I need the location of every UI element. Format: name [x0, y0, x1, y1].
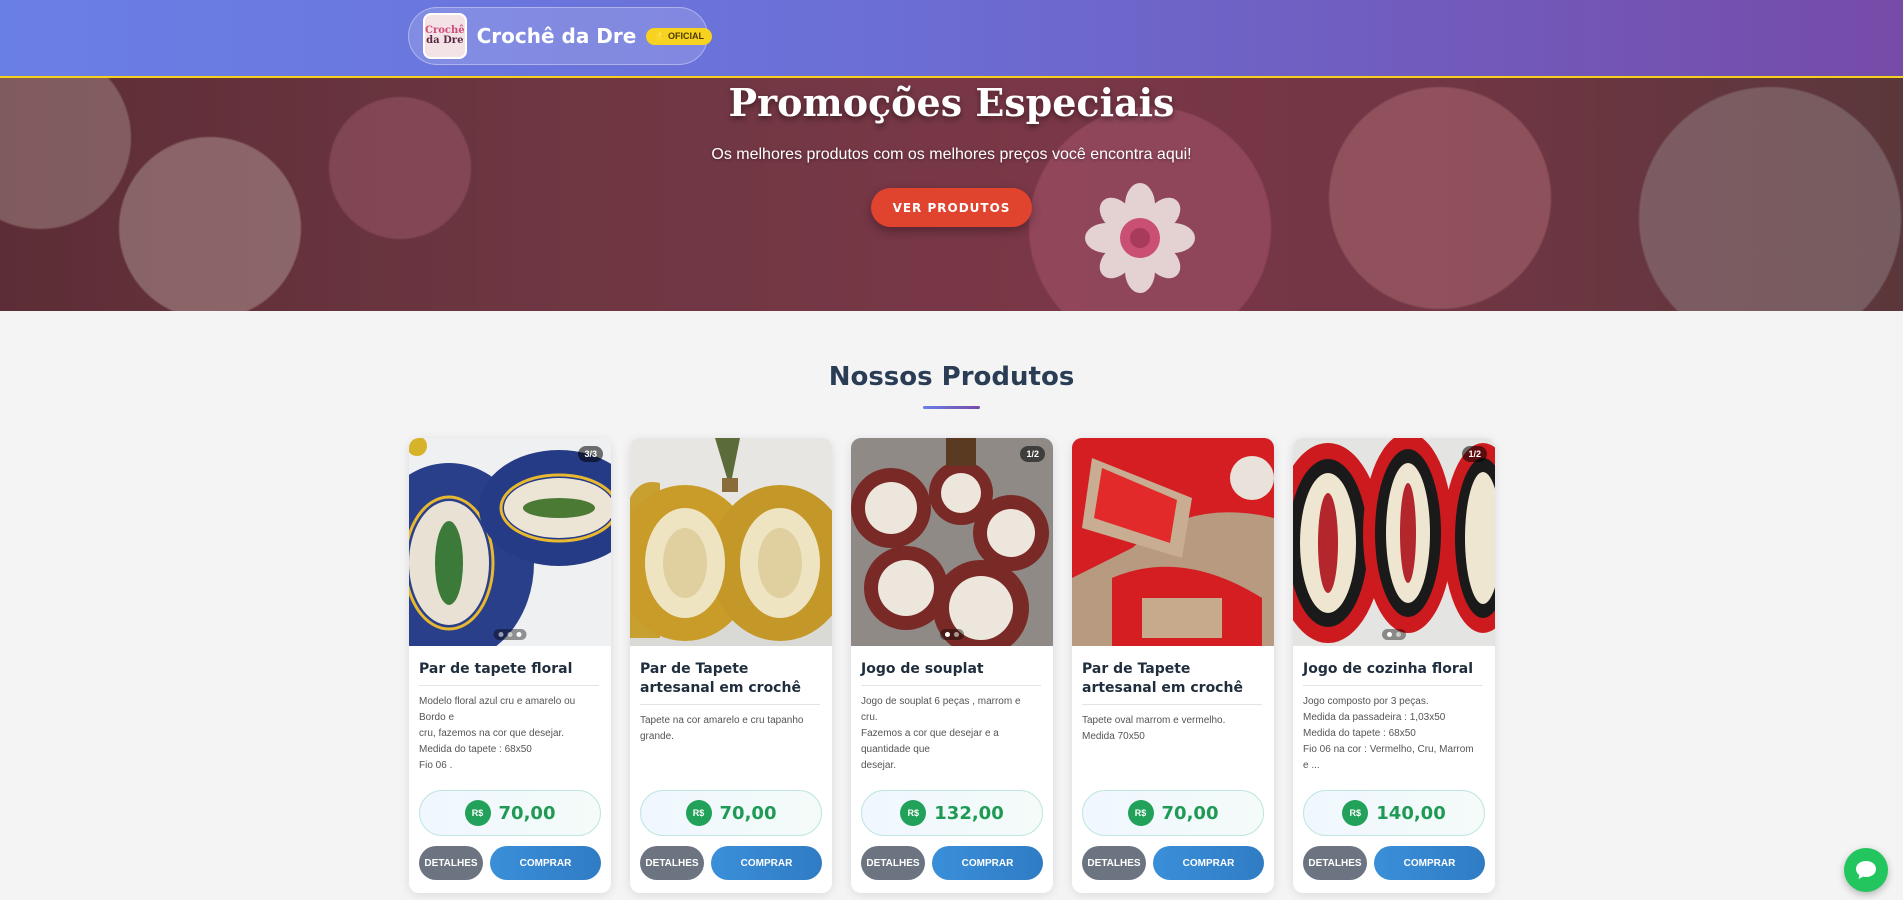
image-counter: 1/2 [1020, 446, 1045, 462]
top-navbar: Crochê da Dre Crochê da Dre ⭐ OFICIAL [0, 0, 1903, 78]
product-image[interactable]: 1/2 [1293, 438, 1495, 646]
product-description: Modelo floral azul cru e amarelo ou Bord… [419, 696, 576, 771]
image-counter: 1/2 [1462, 446, 1487, 462]
price-value: 70,00 [498, 802, 556, 824]
chat-bubble-icon [1856, 861, 1876, 879]
product-description: Jogo composto por 3 peças. Medida da pas… [1303, 696, 1474, 771]
product-title: Jogo de souplat [861, 661, 984, 677]
product-image[interactable]: 3/3 [409, 438, 611, 646]
price-value: 70,00 [1161, 802, 1219, 824]
product-image[interactable]: 1/2 [851, 438, 1053, 646]
divider [861, 685, 1041, 686]
image-counter: 3/3 [578, 446, 603, 462]
section-title: Nossos Produtos [828, 362, 1075, 392]
product-title: Par de tapete floral [419, 661, 573, 677]
price-box: R$ 70,00 [1082, 790, 1264, 836]
price-box: R$ 140,00 [1303, 790, 1485, 836]
product-card: Par de Tapete artesanal em crochê Tapete… [630, 438, 832, 893]
divider [1082, 704, 1262, 705]
product-description: Tapete na cor amarelo e cru tapanho gran… [640, 715, 804, 742]
buy-button[interactable]: COMPRAR [1374, 846, 1485, 880]
product-image[interactable] [630, 438, 832, 646]
chat-button[interactable] [1844, 848, 1888, 892]
currency-badge: R$ [1127, 800, 1154, 826]
details-button[interactable]: DETALHES [419, 846, 483, 880]
product-card: 3/3 Par de tapete floral Modelo floral a… [409, 438, 611, 893]
price-value: 70,00 [719, 802, 777, 824]
currency-badge: R$ [685, 800, 712, 826]
buy-button[interactable]: COMPRAR [932, 846, 1043, 880]
logo-text-bottom: da Dre [426, 35, 464, 46]
flower-decoration-icon [1085, 183, 1195, 293]
carousel-dots[interactable] [493, 629, 527, 640]
product-card: 1/2 Jogo de souplat Jogo de souplat 6 pe… [851, 438, 1053, 893]
divider [640, 704, 820, 705]
brand-name: Crochê da Dre [476, 24, 637, 48]
carousel-dots[interactable] [940, 629, 964, 640]
hero-banner: Promoções Especiais Os melhores produtos… [0, 78, 1903, 311]
currency-badge: R$ [1342, 800, 1369, 826]
details-button[interactable]: DETALHES [1303, 846, 1367, 880]
product-description: Tapete oval marrom e vermelho. Medida 70… [1082, 715, 1226, 742]
hero-title: Promoções Especiais [728, 80, 1175, 125]
section-divider [923, 406, 980, 409]
buy-button[interactable]: COMPRAR [490, 846, 601, 880]
price-box: R$ 70,00 [419, 790, 601, 836]
product-image[interactable] [1072, 438, 1274, 646]
product-title: Jogo de cozinha floral [1303, 661, 1473, 677]
product-description: Jogo de souplat 6 peças , marrom e cru. … [861, 696, 1021, 771]
divider [419, 685, 599, 686]
price-value: 132,00 [934, 802, 1004, 824]
hero-subtitle: Os melhores produtos com os melhores pre… [711, 146, 1192, 163]
details-button[interactable]: DETALHES [1082, 846, 1146, 880]
product-card: Par de Tapete artesanal em crochê Tapete… [1072, 438, 1274, 893]
price-value: 140,00 [1376, 802, 1446, 824]
product-title: Par de Tapete artesanal em crochê [640, 661, 801, 696]
carousel-dots[interactable] [1382, 629, 1406, 640]
view-products-button[interactable]: VER PRODUTOS [871, 188, 1032, 227]
price-box: R$ 132,00 [861, 790, 1043, 836]
brand-logo: Crochê da Dre [423, 13, 467, 59]
details-button[interactable]: DETALHES [640, 846, 704, 880]
brand-home-link[interactable]: Crochê da Dre Crochê da Dre ⭐ OFICIAL [408, 7, 713, 65]
product-card: 1/2 Jogo de cozinha floral Jogo composto… [1293, 438, 1495, 893]
details-button[interactable]: DETALHES [861, 846, 925, 880]
buy-button[interactable]: COMPRAR [1153, 846, 1264, 880]
official-badge: ⭐ OFICIAL [646, 27, 713, 45]
price-box: R$ 70,00 [640, 790, 822, 836]
currency-badge: R$ [464, 800, 491, 826]
buy-button[interactable]: COMPRAR [711, 846, 822, 880]
product-title: Par de Tapete artesanal em crochê [1082, 661, 1243, 696]
divider [1303, 685, 1483, 686]
currency-badge: R$ [900, 800, 927, 826]
